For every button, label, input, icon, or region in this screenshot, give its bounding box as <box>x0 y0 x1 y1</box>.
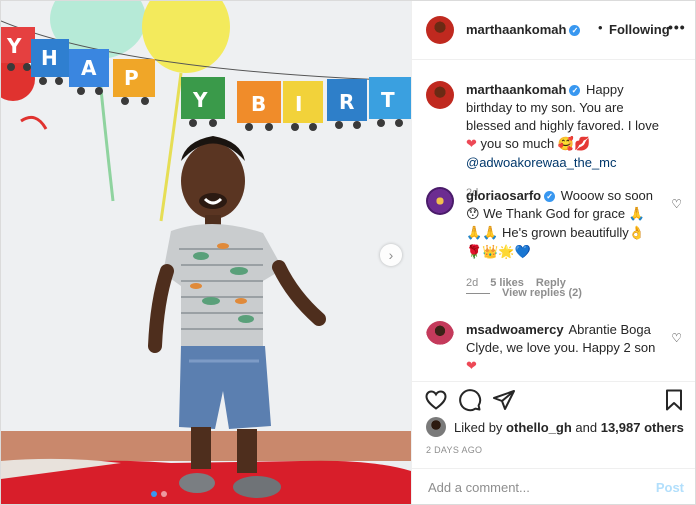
comment-bubble-icon[interactable] <box>458 388 482 412</box>
save-bookmark-icon[interactable] <box>662 388 686 412</box>
caption-body: marthaankomah ✓ Happy birthday to my son.… <box>466 81 671 202</box>
post-details-panel: marthaankomah ✓ • Following ••• marthaank… <box>411 1 695 504</box>
svg-text:I: I <box>295 92 302 116</box>
liked-by-username[interactable]: othello_gh <box>506 420 572 435</box>
liked-by-summary: Liked by othello_gh and 13,987 others <box>426 417 684 437</box>
pray-emoji-icon: 🙏🙏 <box>466 226 499 241</box>
pray-emoji-icon: 🙏 <box>628 207 645 222</box>
svg-text:A: A <box>81 56 97 80</box>
next-photo-button[interactable]: › <box>380 244 402 266</box>
author-avatar[interactable] <box>426 16 454 44</box>
comments-list[interactable]: marthaankomah ✓ Happy birthday to my son.… <box>412 59 695 381</box>
more-options-icon[interactable]: ••• <box>668 19 686 35</box>
caption-avatar[interactable] <box>426 81 454 109</box>
post-header: marthaankomah ✓ • Following ••• <box>412 1 695 60</box>
post-photo[interactable]: Y H A P Y B I R T › <box>1 1 411 504</box>
commenter-avatar[interactable] <box>426 321 454 349</box>
add-comment-input[interactable] <box>426 479 650 496</box>
commenter-username[interactable]: gloriaosarfo ✓ <box>466 188 556 203</box>
post-comment-button[interactable]: Post <box>656 480 684 495</box>
action-bar <box>412 381 695 418</box>
kiss-emoji-icon: 💋 <box>574 137 591 152</box>
caption-username-text[interactable]: marthaankomah <box>466 82 566 97</box>
comment-text-line3: He's grown beautifully <box>502 225 629 240</box>
svg-text:P: P <box>124 66 139 90</box>
instagram-post: Y H A P Y B I R T › marthaankomah ✓ • Fo… <box>0 0 696 505</box>
svg-text:R: R <box>339 90 354 114</box>
ok-hand-emoji-icon: 👌 <box>628 226 645 241</box>
commenter-username[interactable]: msadwoamercy <box>466 322 564 337</box>
svg-text:Y: Y <box>6 34 22 58</box>
svg-text:B: B <box>251 92 266 116</box>
svg-text:H: H <box>41 46 58 70</box>
liker-avatar[interactable] <box>426 417 446 437</box>
mention-link[interactable]: @adwoakorewaa_the_mc <box>466 155 617 170</box>
header-separator: • <box>598 20 603 35</box>
share-send-icon[interactable] <box>492 388 516 412</box>
heart-emoji-icon: ❤ <box>466 137 477 152</box>
caption-username[interactable]: marthaankomah ✓ <box>466 82 581 97</box>
like-comment-heart-icon[interactable]: ♡ <box>671 331 682 345</box>
replies-divider <box>466 292 490 294</box>
liked-by-others-count[interactable]: 13,987 others <box>601 420 684 435</box>
post-timestamp[interactable]: 2 DAYS AGO <box>426 445 482 455</box>
commenter-avatar[interactable] <box>426 187 454 215</box>
wow-emoji-icon: 😯 <box>466 207 480 222</box>
comment-body: msadwoamercy Abrantie Boga Clyde, we lov… <box>466 321 671 376</box>
carousel-dot-active <box>151 491 157 497</box>
heart-emoji-icon: ❤ <box>466 359 477 374</box>
svg-text:T: T <box>381 88 395 112</box>
like-heart-icon[interactable] <box>424 388 448 412</box>
carousel-dot <box>161 491 167 497</box>
liked-by-label: Liked by <box>454 419 503 435</box>
verified-badge-icon: ✓ <box>569 85 581 97</box>
author-username-text[interactable]: marthaankomah <box>466 22 566 37</box>
verified-badge-icon: ✓ <box>544 191 556 203</box>
view-replies-label[interactable]: View replies (2) <box>502 287 582 299</box>
comment-text-line2: We Thank God for grace <box>483 206 626 221</box>
emoji-sequence-icon: 🌹👑🌟💙 <box>466 245 531 260</box>
comment-text: Wooow so soon <box>560 188 654 203</box>
commenter-username-text[interactable]: gloriaosarfo <box>466 188 541 203</box>
liked-by-and: and <box>575 419 598 435</box>
add-comment-bar: Post <box>412 468 695 504</box>
svg-text:Y: Y <box>192 88 208 112</box>
author-username[interactable]: marthaankomah ✓ <box>466 22 581 37</box>
verified-badge-icon: ✓ <box>569 25 581 37</box>
smiling-face-emoji-icon: 🥰 <box>557 137 575 152</box>
following-button[interactable]: Following <box>609 22 670 37</box>
comment-body: gloriaosarfo ✓ Wooow so soon 😯 We Thank G… <box>466 187 671 292</box>
caption-text-2: you so much <box>480 136 555 151</box>
view-replies-button[interactable]: View replies (2) <box>466 287 582 299</box>
photo-illustration: Y H A P Y B I R T <box>1 1 411 504</box>
carousel-indicator <box>151 491 167 497</box>
like-comment-heart-icon[interactable]: ♡ <box>671 197 682 211</box>
